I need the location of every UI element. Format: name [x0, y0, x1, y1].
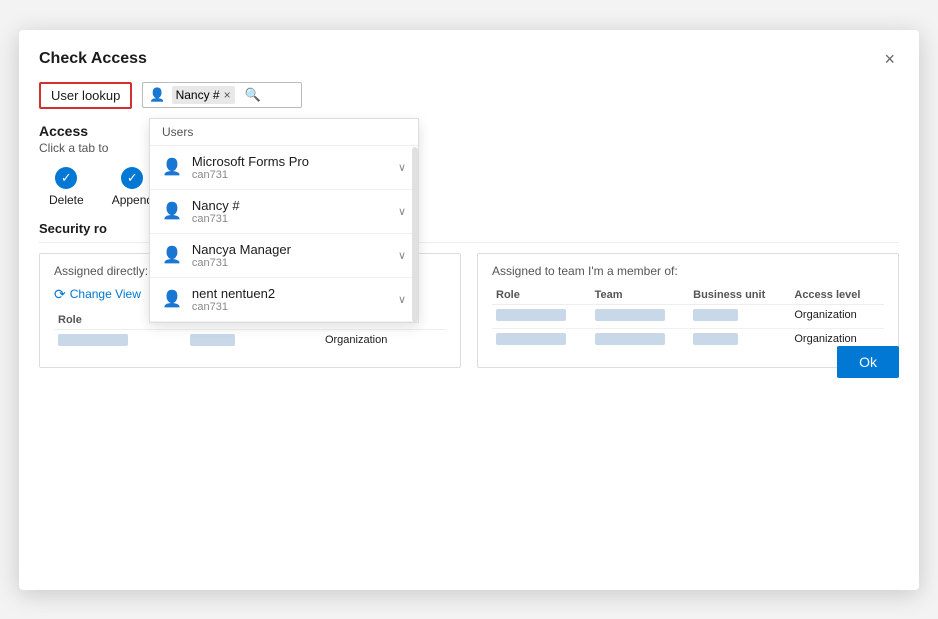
assigned-team-box: Assigned to team I'm a member of: Role T…	[477, 253, 899, 368]
chevron-icon-3: ∨	[398, 293, 406, 306]
chip-close-icon[interactable]: ×	[224, 88, 231, 102]
dropdown-item-sub-3: can731	[192, 301, 275, 313]
dropdown-item-sub-1: can731	[192, 213, 240, 225]
dropdown-item-sub-0: can731	[192, 169, 309, 181]
dropdown-item-3[interactable]: 👤 nent nentuen2 can731 ∨	[150, 278, 418, 322]
role-cell-0	[58, 334, 128, 346]
dialog-title: Check Access	[39, 50, 147, 68]
user-avatar-icon-1: 👤	[162, 201, 182, 221]
dialog-body: User lookup 👤 Nancy # × 🔍 Users 👤 Micros…	[19, 82, 919, 398]
r-al-0: Organization	[794, 309, 856, 321]
dropdown-item-name-0: Microsoft Forms Pro	[192, 154, 309, 169]
chevron-icon-0: ∨	[398, 161, 406, 174]
change-view-icon: ⟳	[54, 286, 66, 303]
dialog-header: Check Access ×	[19, 30, 919, 72]
user-avatar-icon-0: 👤	[162, 157, 182, 177]
ok-button[interactable]: Ok	[837, 346, 899, 378]
dropdown-header: Users	[150, 119, 418, 146]
table-row: Organization	[492, 328, 884, 352]
dropdown-scrollbar[interactable]	[412, 147, 418, 322]
col-role-right: Role	[492, 286, 591, 305]
search-icon[interactable]: 🔍	[245, 87, 261, 103]
dropdown-item-name-1: Nancy #	[192, 198, 240, 213]
table-row: Organization	[54, 329, 446, 353]
perm-append: ✓ Append	[112, 167, 153, 207]
dropdown-item-2[interactable]: 👤 Nancya Manager can731 ∨	[150, 234, 418, 278]
al-cell-0: Organization	[325, 334, 387, 346]
dropdown-item-name-2: Nancya Manager	[192, 242, 291, 257]
r-al-1: Organization	[794, 333, 856, 345]
user-avatar-icon-3: 👤	[162, 289, 182, 309]
perm-delete: ✓ Delete	[49, 167, 84, 207]
user-avatar-icon-2: 👤	[162, 245, 182, 265]
user-icon-small: 👤	[149, 87, 165, 103]
col-al-right: Access level	[790, 286, 884, 305]
user-dropdown: Users 👤 Microsoft Forms Pro can731 ∨ 👤	[149, 118, 419, 323]
assigned-team-table: Role Team Business unit Access level	[492, 286, 884, 352]
close-button[interactable]: ×	[880, 46, 899, 72]
user-lookup-label: User lookup	[39, 82, 132, 109]
col-bu-right: Business unit	[689, 286, 790, 305]
chevron-icon-1: ∨	[398, 205, 406, 218]
perm-label-append: Append	[112, 193, 153, 207]
chevron-icon-2: ∨	[398, 249, 406, 262]
lookup-input-box[interactable]: 👤 Nancy # × 🔍	[142, 82, 302, 108]
change-view-link[interactable]: Change View	[70, 287, 141, 301]
check-access-dialog: Check Access × User lookup 👤 Nancy # × 🔍…	[19, 30, 919, 590]
r-bu-0	[693, 309, 738, 321]
r-bu-1	[693, 333, 738, 345]
perm-check-delete: ✓	[55, 167, 77, 189]
col-team-right: Team	[591, 286, 690, 305]
lookup-row: User lookup 👤 Nancy # × 🔍 Users 👤 Micros…	[39, 82, 899, 109]
table-row: Organization	[492, 304, 884, 328]
r-team-1	[595, 333, 665, 345]
dropdown-item-name-3: nent nentuen2	[192, 286, 275, 301]
lookup-chip: Nancy # ×	[172, 86, 235, 104]
dropdown-item-0[interactable]: 👤 Microsoft Forms Pro can731 ∨	[150, 146, 418, 190]
perm-label-delete: Delete	[49, 193, 84, 207]
chip-text: Nancy #	[176, 88, 220, 102]
dropdown-item-1[interactable]: 👤 Nancy # can731 ∨	[150, 190, 418, 234]
assigned-team-title: Assigned to team I'm a member of:	[492, 264, 884, 278]
r-role-0	[496, 309, 566, 321]
perm-check-append: ✓	[121, 167, 143, 189]
bu-cell-0	[190, 334, 235, 346]
dropdown-item-sub-2: can731	[192, 257, 291, 269]
r-role-1	[496, 333, 566, 345]
r-team-0	[595, 309, 665, 321]
